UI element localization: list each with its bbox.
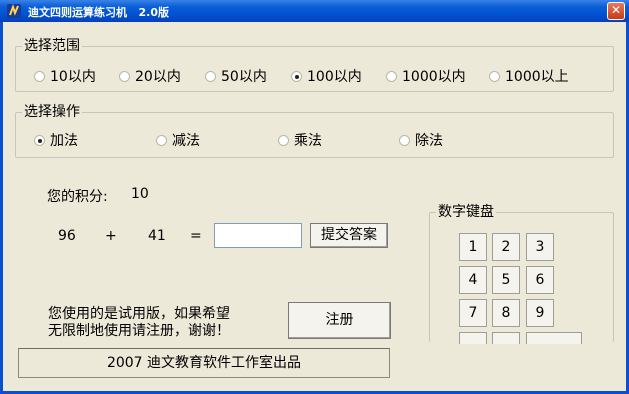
operation-groupbox: 选择操作 加法 减法 乘法 除法 — [15, 103, 614, 158]
radio-range-1000[interactable]: 1000以内 — [386, 66, 466, 86]
submit-answer-button[interactable]: 提交答案 — [310, 223, 388, 248]
radio-range-10[interactable]: 10以内 — [34, 66, 96, 86]
radio-label: 除法 — [415, 133, 443, 149]
client-area: 选择范围 10以内 20以内 50以内 100以内 1000以内 1000以上 … — [0, 22, 629, 394]
key-partial-wide[interactable] — [526, 332, 582, 344]
radio-circle[interactable] — [399, 134, 410, 146]
key-9[interactable]: 9 — [526, 299, 554, 327]
radio-label: 1000以内 — [402, 69, 466, 85]
score-value: 10 — [131, 186, 149, 202]
key-partial-left[interactable] — [459, 332, 487, 344]
app-window: 迪文四则运算练习机 2.0版 ✕ 选择范围 10以内 20以内 50以内 100… — [0, 0, 629, 394]
operand-b: 41 — [148, 228, 166, 244]
equals-sign: = — [190, 228, 202, 244]
key-4[interactable]: 4 — [459, 266, 487, 294]
radio-label: 50以内 — [221, 69, 267, 85]
radio-label: 减法 — [172, 133, 200, 149]
footer-credit: 2007 迪文教育软件工作室出品 — [18, 348, 390, 378]
answer-input[interactable] — [214, 223, 302, 248]
radio-op-divide[interactable]: 除法 — [399, 130, 443, 150]
radio-circle[interactable] — [34, 70, 45, 82]
radio-range-20[interactable]: 20以内 — [119, 66, 181, 86]
radio-op-add[interactable]: 加法 — [34, 130, 78, 150]
key-3[interactable]: 3 — [526, 233, 554, 261]
radio-range-50[interactable]: 50以内 — [205, 66, 267, 86]
radio-label: 1000以上 — [505, 69, 569, 85]
operation-group-label: 选择操作 — [22, 103, 82, 121]
radio-op-subtract[interactable]: 减法 — [156, 130, 200, 150]
key-6[interactable]: 6 — [526, 266, 554, 294]
operand-a: 96 — [58, 228, 76, 244]
key-partial-mid[interactable] — [492, 332, 520, 344]
radio-op-multiply[interactable]: 乘法 — [278, 130, 322, 150]
key-2[interactable]: 2 — [492, 233, 520, 261]
trial-notice-line-2: 无限制地使用请注册，谢谢！ — [48, 323, 230, 339]
radio-circle-selected[interactable] — [34, 134, 45, 146]
radio-label: 乘法 — [294, 133, 322, 149]
keypad-group-label: 数字键盘 — [436, 203, 496, 221]
range-group-label: 选择范围 — [22, 37, 82, 55]
key-1[interactable]: 1 — [459, 233, 487, 261]
radio-circle[interactable] — [156, 134, 167, 146]
radio-circle-selected[interactable] — [291, 70, 302, 82]
radio-label: 20以内 — [135, 69, 181, 85]
radio-circle[interactable] — [205, 70, 216, 82]
key-8[interactable]: 8 — [492, 299, 520, 327]
radio-label: 100以内 — [307, 69, 362, 85]
keypad-groupbox: 数字键盘 1 2 3 4 5 6 7 8 9 — [429, 203, 614, 344]
radio-circle[interactable] — [278, 134, 289, 146]
radio-label: 10以内 — [50, 69, 96, 85]
app-icon — [7, 4, 21, 18]
score-label: 您的积分: — [47, 189, 108, 205]
key-5[interactable]: 5 — [492, 266, 520, 294]
register-button[interactable]: 注册 — [288, 302, 391, 339]
radio-range-over-1000[interactable]: 1000以上 — [489, 66, 569, 86]
window-title: 迪文四则运算练习机 2.0版 — [28, 6, 169, 19]
radio-label: 加法 — [50, 133, 78, 149]
radio-range-100[interactable]: 100以内 — [291, 66, 362, 86]
range-groupbox: 选择范围 10以内 20以内 50以内 100以内 1000以内 1000以上 — [15, 37, 614, 92]
key-7[interactable]: 7 — [459, 299, 487, 327]
radio-circle[interactable] — [386, 70, 397, 82]
operator: + — [105, 228, 117, 244]
close-icon[interactable]: ✕ — [607, 2, 625, 20]
radio-circle[interactable] — [119, 70, 130, 82]
title-bar[interactable]: 迪文四则运算练习机 2.0版 ✕ — [0, 0, 629, 22]
radio-circle[interactable] — [489, 70, 500, 82]
